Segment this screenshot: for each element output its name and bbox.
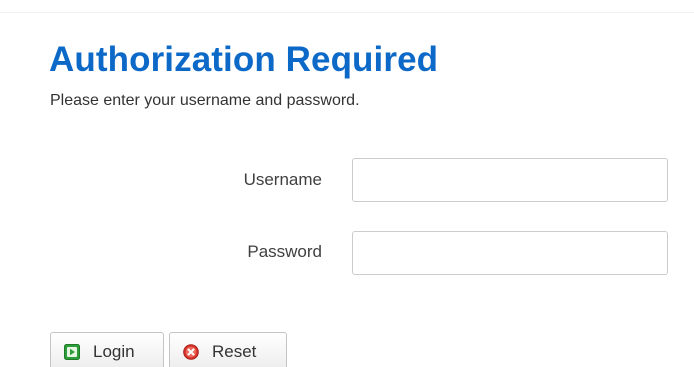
password-label: Password <box>247 242 322 261</box>
top-divider <box>0 12 694 13</box>
password-field[interactable] <box>352 231 668 275</box>
reset-button[interactable]: Reset <box>169 332 287 367</box>
username-label: Username <box>243 170 322 189</box>
reset-icon <box>183 344 199 360</box>
reset-button-label: Reset <box>212 342 257 361</box>
page-title: Authorization Required <box>49 40 439 79</box>
username-field[interactable] <box>352 158 668 202</box>
login-button[interactable]: Login <box>50 332 164 367</box>
login-button-label: Login <box>93 342 135 361</box>
login-icon <box>64 344 80 360</box>
page-subtitle: Please enter your username and password. <box>50 92 360 109</box>
login-page: Authorization Required Please enter your… <box>0 0 694 367</box>
